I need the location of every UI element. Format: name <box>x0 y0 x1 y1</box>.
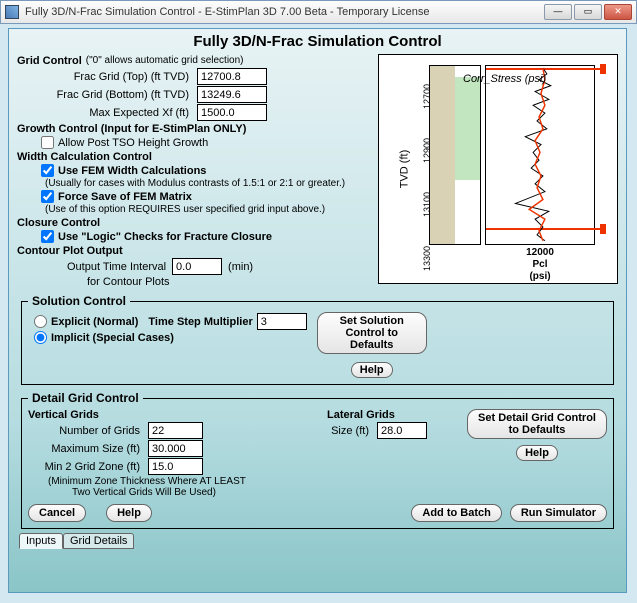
chart-litho-box <box>429 65 481 245</box>
use-logic-checkbox[interactable] <box>41 230 54 243</box>
multiplier-label: Time Step Multiplier <box>148 316 252 328</box>
drag-handle-icon[interactable] <box>600 224 606 234</box>
min2-input[interactable] <box>148 458 203 475</box>
chart-yticks: 12700 12900 13100 13300 <box>411 65 427 245</box>
solution-help-button[interactable]: Help <box>351 362 393 378</box>
min2-note1: (Minimum Zone Thickness Where AT LEAST <box>28 476 317 487</box>
chart-xtick: 12000 <box>526 247 554 258</box>
max-xf-input[interactable] <box>197 104 267 121</box>
solution-defaults-button[interactable]: Set Solution Control to Defaults <box>317 312 427 354</box>
implicit-radio[interactable] <box>34 331 47 344</box>
chart-xlabel2: (psi) <box>529 271 550 282</box>
explicit-label: Explicit (Normal) <box>51 316 138 328</box>
stress-trace <box>486 66 594 243</box>
maximize-button[interactable]: ▭ <box>574 4 602 20</box>
use-logic-label: Use "Logic" Checks for Fracture Closure <box>58 231 272 243</box>
max-size-input[interactable] <box>148 440 203 457</box>
solution-control-group: Solution Control Explicit (Normal) Time … <box>21 294 614 385</box>
max-xf-label: Max Expected Xf (ft) <box>17 107 197 119</box>
add-to-batch-button[interactable]: Add to Batch <box>411 504 501 522</box>
interval-sub: for Contour Plots <box>17 276 370 288</box>
num-grids-label: Number of Grids <box>28 425 148 437</box>
detail-grid-legend: Detail Grid Control <box>28 391 143 405</box>
tab-inputs[interactable]: Inputs <box>19 533 63 549</box>
solution-control-legend: Solution Control <box>28 294 130 308</box>
drag-handle-icon[interactable] <box>600 64 606 74</box>
chart-ylabel: TVD (ft) <box>398 150 410 189</box>
close-button[interactable]: ✕ <box>604 4 632 20</box>
use-fem-label: Use FEM Width Calculations <box>58 165 206 177</box>
force-save-note: (Use of this option REQUIRES user specif… <box>17 204 370 215</box>
cancel-button[interactable]: Cancel <box>28 504 86 522</box>
growth-control-heading: Growth Control (Input for E-StimPlan ONL… <box>17 123 370 135</box>
num-grids-input[interactable] <box>148 422 203 439</box>
window-title: Fully 3D/N-Frac Simulation Control - E-S… <box>25 6 544 18</box>
explicit-radio[interactable] <box>34 315 47 328</box>
min2-label: Min 2 Grid Zone (ft) <box>28 461 148 473</box>
force-save-label: Force Save of FEM Matrix <box>58 191 192 203</box>
chart-stress-box: 12000 Pcl (psi) <box>485 65 595 245</box>
detail-defaults-button[interactable]: Set Detail Grid Control to Defaults <box>467 409 607 439</box>
app-icon <box>5 5 19 19</box>
lat-size-label: Size (ft) <box>327 425 377 437</box>
detail-grid-group: Detail Grid Control Vertical Grids Numbe… <box>21 391 614 529</box>
minimize-button[interactable]: — <box>544 4 572 20</box>
dialog-panel: Fully 3D/N-Frac Simulation Control Grid … <box>8 28 627 593</box>
frac-bot-label: Frac Grid (Bottom) (ft TVD) <box>17 89 197 101</box>
contour-output-heading: Contour Plot Output <box>17 245 370 257</box>
use-fem-checkbox[interactable] <box>41 164 54 177</box>
allow-tso-label: Allow Post TSO Height Growth <box>58 137 208 149</box>
lat-heading: Lateral Grids <box>327 409 395 421</box>
grid-control-hint: ("0" allows automatic grid selection) <box>86 55 244 66</box>
closure-control-heading: Closure Control <box>17 217 370 229</box>
page-title: Fully 3D/N-Frac Simulation Control <box>17 33 618 50</box>
detail-help-button[interactable]: Help <box>516 445 558 461</box>
vert-heading: Vertical Grids <box>28 409 99 421</box>
grid-control-heading: Grid Control <box>17 55 82 67</box>
implicit-label: Implicit (Special Cases) <box>51 332 174 344</box>
chart-xlabel1: Pcl <box>532 259 547 270</box>
help-button[interactable]: Help <box>106 504 152 522</box>
max-size-label: Maximum Size (ft) <box>28 443 148 455</box>
stress-chart: TVD (ft) 12700 12900 13100 13300 <box>378 54 618 284</box>
interval-label: Output Time Interval <box>67 261 172 273</box>
frac-top-input[interactable] <box>197 68 267 85</box>
interval-unit: (min) <box>222 261 253 273</box>
multiplier-input[interactable] <box>257 313 307 330</box>
width-control-heading: Width Calculation Control <box>17 151 370 163</box>
force-save-checkbox[interactable] <box>41 190 54 203</box>
tab-grid-details[interactable]: Grid Details <box>63 533 134 549</box>
run-simulator-button[interactable]: Run Simulator <box>510 504 607 522</box>
interval-input[interactable] <box>172 258 222 275</box>
use-fem-note: (Usually for cases with Modulus contrast… <box>17 178 370 189</box>
min2-note2: Two Vertical Grids Will Be Used) <box>28 487 317 498</box>
lat-size-input[interactable] <box>377 422 427 439</box>
allow-tso-checkbox[interactable] <box>41 136 54 149</box>
frac-bot-input[interactable] <box>197 86 267 103</box>
titlebar: Fully 3D/N-Frac Simulation Control - E-S… <box>0 0 637 24</box>
frac-top-label: Frac Grid (Top) (ft TVD) <box>17 71 197 83</box>
chart-title: Corr_Stress (psi) <box>463 73 546 85</box>
